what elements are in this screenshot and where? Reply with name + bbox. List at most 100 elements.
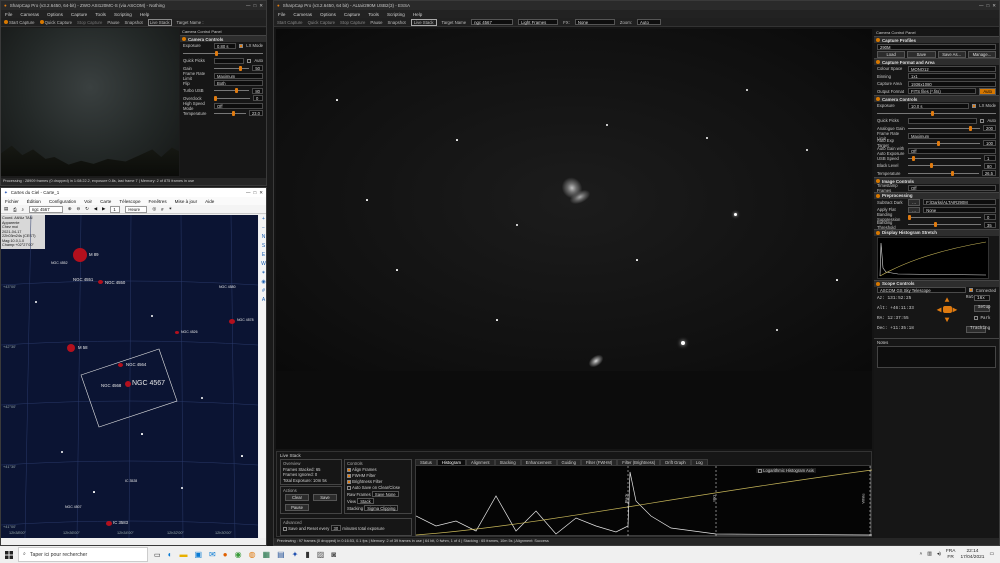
stop-capture-button[interactable]: Stop Capture <box>77 20 102 25</box>
live-stack-button[interactable]: Live Stack <box>147 18 172 26</box>
stop-icon[interactable] <box>942 306 952 314</box>
grid-icon[interactable]: # <box>259 287 266 296</box>
exposure-slider[interactable] <box>183 50 263 56</box>
tray-chevron-icon[interactable]: ˄ <box>919 552 922 557</box>
open-icon[interactable]: ▤ <box>4 206 8 212</box>
usb-speed-slider[interactable] <box>908 155 981 161</box>
terminal-icon[interactable]: ▮ <box>305 550 309 559</box>
capture-format-header[interactable]: Capture Format and Area <box>874 58 999 65</box>
constellation-icon[interactable]: ✶ <box>169 206 173 212</box>
view-dropdown[interactable]: Stack <box>357 498 374 504</box>
start-capture-button[interactable]: Start Capture <box>4 19 35 25</box>
menu-carte[interactable]: Carte <box>100 199 111 204</box>
menu-options[interactable]: Options <box>47 12 63 17</box>
network-icon[interactable]: ▥ <box>927 552 932 557</box>
sky-chart[interactable]: Coord. Alt/Az TAN Apparente Chez moi 202… <box>1 215 258 538</box>
mail-icon[interactable]: ✉ <box>209 550 216 559</box>
browse-dark-button[interactable]: … <box>908 199 921 206</box>
raw-frames-dropdown[interactable]: Save None <box>371 491 399 497</box>
banding-field[interactable]: 0 <box>984 214 996 221</box>
black-level-slider[interactable] <box>908 163 981 169</box>
galaxy-marker[interactable] <box>125 381 131 387</box>
apply-flat-dropdown[interactable]: None <box>923 206 996 213</box>
menu-scripting[interactable]: Scripting <box>114 12 132 17</box>
menu-aide[interactable]: Aide <box>205 199 214 204</box>
rotate-icon[interactable]: ↻ <box>85 206 89 212</box>
menu-voir[interactable]: Voir <box>84 199 92 204</box>
auto-exp-field[interactable]: 100 <box>983 140 996 147</box>
word-icon[interactable]: ▤ <box>277 550 285 559</box>
auto-checkbox[interactable] <box>980 118 985 123</box>
log-axis-toggle[interactable]: Logarithmic Histogram Axis <box>756 468 816 473</box>
notification-icon[interactable]: ▭ <box>989 552 994 557</box>
subtract-dark-dropdown[interactable]: F:\Darks\ALTAIR290M <box>923 199 996 206</box>
maximize-icon[interactable]: □ <box>254 3 257 8</box>
snapshot-button[interactable]: Snapshot <box>125 20 143 25</box>
menu-edition[interactable]: Édition <box>27 199 41 204</box>
analogue-gain-field[interactable]: 200 <box>983 125 996 132</box>
galaxy-marker[interactable] <box>98 280 103 284</box>
fx-dropdown[interactable]: None <box>574 19 615 25</box>
zoom-plus-icon[interactable]: + <box>259 215 266 224</box>
unit-dropdown[interactable]: Heure <box>125 205 148 213</box>
grid-icon[interactable]: # <box>161 207 163 212</box>
auto-exp-slider[interactable] <box>908 140 980 146</box>
galaxy-marker[interactable] <box>175 331 179 334</box>
overclock-slider[interactable] <box>214 95 250 101</box>
rate-dropdown[interactable]: 16x <box>974 295 990 301</box>
snapshot-button[interactable]: Snapshot <box>388 20 406 25</box>
start-capture-button[interactable]: Start Capture <box>277 20 303 25</box>
preprocessing-header[interactable]: Preprocessing <box>874 191 999 199</box>
galaxy-marker[interactable] <box>118 363 123 367</box>
frame-type-dropdown[interactable]: Light Frames <box>518 19 559 25</box>
taskbar-search[interactable]: ⌕ Taper ici pour rechercher <box>18 547 148 562</box>
maximize-icon[interactable]: □ <box>254 190 257 195</box>
stop-capture-button[interactable]: Stop Capture <box>340 20 365 25</box>
menu-file[interactable]: File <box>278 12 285 17</box>
language-indicator[interactable]: FRA FR <box>946 549 956 560</box>
save-reset-minutes[interactable]: 30 <box>330 525 342 531</box>
black-level-field[interactable]: 80 <box>984 162 996 169</box>
pause-button[interactable]: Pause <box>107 20 119 25</box>
eyepiece-icon[interactable]: ◎ <box>152 206 156 212</box>
banding-threshold-field[interactable]: 35 <box>984 221 996 228</box>
lx-mode-checkbox[interactable] <box>239 43 244 48</box>
gain-field[interactable]: 50 <box>252 65 263 72</box>
search-icon[interactable]: ⌕ <box>22 207 24 212</box>
close-icon[interactable]: ✕ <box>259 3 263 9</box>
store-icon[interactable]: ▣ <box>194 550 202 559</box>
zoom-in-icon[interactable]: ⊕ <box>68 206 72 212</box>
explorer-icon[interactable]: ▬ <box>179 550 187 559</box>
menu-file[interactable]: File <box>5 12 12 17</box>
usb-speed-field[interactable]: 1 <box>984 155 996 162</box>
menu-options[interactable]: Options <box>320 12 336 17</box>
target-name-input[interactable]: ngc 4567 <box>471 19 514 25</box>
lx-mode-checkbox[interactable] <box>972 103 977 108</box>
east-icon[interactable]: E <box>259 251 266 260</box>
flip-dropdown[interactable]: Both <box>214 80 263 87</box>
menu-capture[interactable]: Capture <box>71 12 87 17</box>
menu-tools[interactable]: Tools <box>95 12 106 17</box>
label-icon[interactable]: A <box>259 296 266 305</box>
north-icon[interactable]: N <box>259 233 266 242</box>
clock[interactable]: 22:14 17/04/2021 <box>960 549 984 560</box>
menu-fenetres[interactable]: Fenêtres <box>149 199 167 204</box>
nudge-down-icon[interactable]: ▼ <box>932 316 962 326</box>
turbo-slider[interactable] <box>214 88 250 94</box>
scope-dropdown[interactable]: ASCOM GS Sky Telescope <box>877 287 966 294</box>
maximize-icon[interactable]: □ <box>987 3 990 8</box>
galaxy-marker[interactable] <box>73 248 87 262</box>
capture-profiles-header[interactable]: Capture Profiles <box>874 36 999 43</box>
menu-cameras[interactable]: Cameras <box>20 12 39 17</box>
browse-flat-button[interactable]: … <box>908 206 921 213</box>
excel-icon[interactable]: ▦ <box>263 550 271 559</box>
quick-picks-dropdown[interactable] <box>908 117 978 124</box>
camera-app-icon[interactable]: ◙ <box>331 550 336 559</box>
star-icon[interactable]: ✶ <box>259 269 266 278</box>
gain-slider[interactable] <box>214 65 250 71</box>
histogram-stretch-chart[interactable] <box>877 236 989 279</box>
load-profile-button[interactable]: Load <box>877 51 906 58</box>
colour-space-dropdown[interactable]: MONO12 <box>908 65 996 72</box>
histogram-header[interactable]: Display Histogram Stretch <box>874 228 999 236</box>
quick-capture-button[interactable]: Quick Capture <box>39 19 72 25</box>
